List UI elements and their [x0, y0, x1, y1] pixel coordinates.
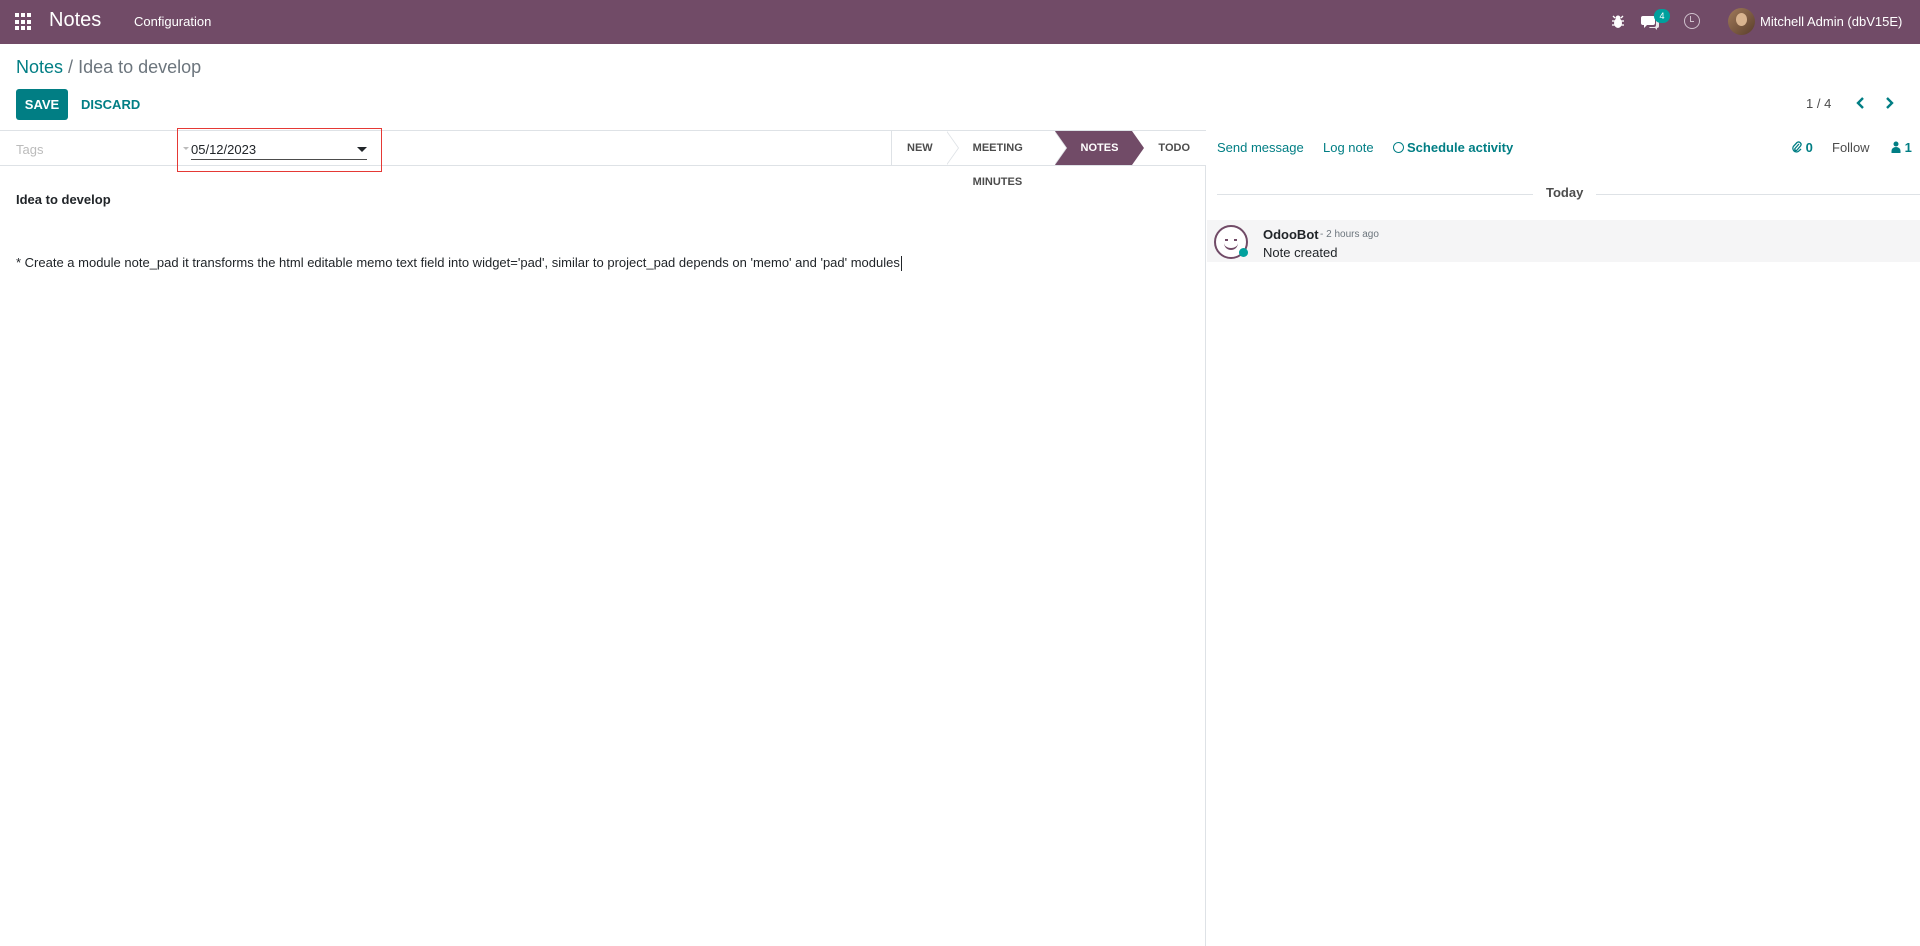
date-separator-label: Today [1533, 185, 1597, 200]
message-author[interactable]: OdooBot [1263, 227, 1319, 242]
chatter-panel: Send message Log note Schedule activity … [1207, 130, 1920, 946]
pager-value[interactable]: 1 / 4 [1806, 96, 1831, 111]
chat-badge: 4 [1654, 9, 1670, 23]
chevron-right-icon[interactable] [1881, 95, 1897, 111]
user-name[interactable]: Mitchell Admin (dbV15E) [1760, 14, 1902, 29]
form-header: Tags 05/12/2023 NEW MEETING MINUTES NOTE… [0, 128, 1206, 188]
discard-button[interactable]: DISCARD [72, 89, 149, 120]
attachments-button[interactable]: 0 [1792, 140, 1813, 155]
schedule-activity-button[interactable]: Schedule activity [1393, 140, 1513, 155]
follow-button[interactable]: Follow [1832, 140, 1870, 155]
stage-label: TODO [1158, 142, 1190, 154]
top-navbar: Notes Configuration 4 Mitchell Admin (db… [0, 0, 1920, 44]
caret-down-icon[interactable] [357, 147, 367, 152]
heart-icon [1239, 248, 1248, 257]
note-body-text: * Create a module note_pad it transforms… [16, 255, 900, 270]
message-timestamp: - 2 hours ago [1320, 229, 1379, 240]
paperclip-icon [1792, 141, 1802, 153]
stage-label: NEW [907, 142, 933, 154]
clock-icon[interactable] [1684, 13, 1700, 29]
avatar[interactable] [1728, 8, 1755, 35]
note-title[interactable]: Idea to develop [16, 192, 111, 207]
breadcrumb: Notes / Idea to develop [16, 57, 201, 78]
attachments-count: 0 [1805, 140, 1813, 155]
breadcrumb-parent[interactable]: Notes [16, 57, 63, 77]
note-form: Tags 05/12/2023 NEW MEETING MINUTES NOTE… [0, 128, 1206, 946]
stage-statusbar: NEW MEETING MINUTES NOTES TODO [891, 131, 1206, 188]
chatter-topbar: Send message Log note Schedule activity … [1207, 130, 1920, 165]
stage-new[interactable]: NEW [891, 131, 959, 165]
send-message-button[interactable]: Send message [1217, 140, 1304, 155]
date-highlight: 05/12/2023 [177, 128, 382, 172]
message-body: Note created [1263, 245, 1338, 260]
followers-count: 1 [1904, 140, 1912, 155]
stage-label: NOTES [1080, 142, 1119, 154]
user-icon [1891, 141, 1901, 153]
log-note-button[interactable]: Log note [1323, 140, 1374, 155]
menu-configuration[interactable]: Configuration [134, 14, 211, 29]
stage-label: MEETING MINUTES [972, 142, 1023, 188]
clock-icon [1393, 142, 1404, 153]
stage-meeting-minutes[interactable]: MEETING MINUTES [946, 131, 1067, 188]
tags-input[interactable]: Tags [16, 142, 181, 157]
note-editor[interactable]: * Create a module note_pad it transforms… [16, 255, 902, 272]
breadcrumb-current: Idea to develop [78, 57, 202, 77]
apps-grid-icon[interactable] [15, 13, 33, 31]
followers-button[interactable]: 1 [1891, 140, 1912, 155]
bug-icon[interactable] [1611, 14, 1625, 30]
breadcrumb-separator: / [68, 57, 74, 77]
save-button[interactable]: SAVE [16, 89, 68, 120]
text-cursor [900, 256, 902, 272]
date-field[interactable]: 05/12/2023 [191, 140, 367, 160]
chevron-left-icon[interactable] [1853, 95, 1869, 111]
date-value: 05/12/2023 [191, 142, 257, 157]
schedule-activity-label: Schedule activity [1407, 140, 1514, 155]
app-name[interactable]: Notes [49, 9, 101, 32]
